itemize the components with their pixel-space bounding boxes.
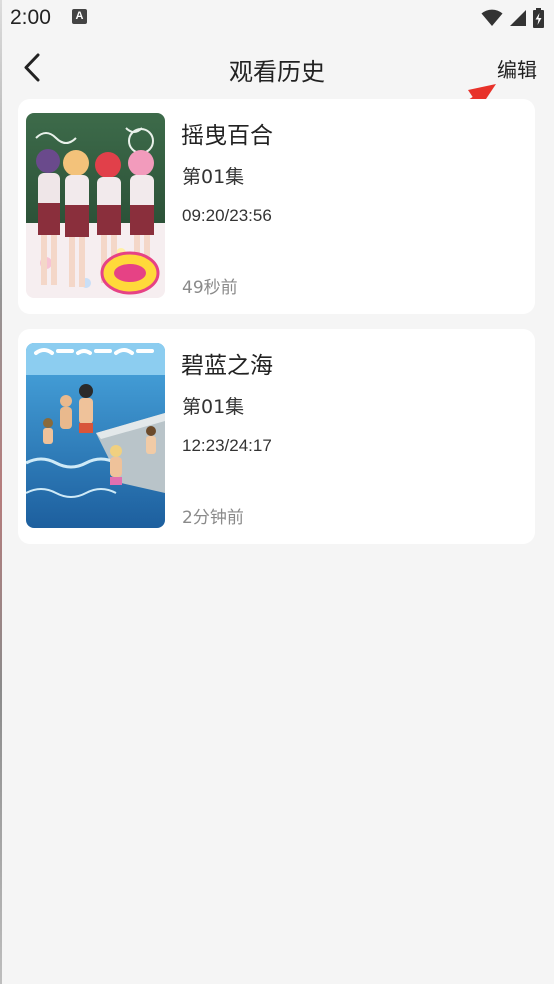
watched-time-ago: 2分钟前 [182,508,244,528]
signal-icon [510,10,526,26]
watch-progress: 12:23/24:17 [182,436,272,455]
status-bar: 2:00 A [0,0,554,38]
watched-time-ago: 49秒前 [182,278,238,298]
anime-title: 碧蓝之海 [181,353,273,379]
history-list: 摇曳百合 第01集 09:20/23:56 49秒前 碧蓝之海 第01集 12:… [18,99,535,559]
cover-yuruyuri [26,113,165,298]
wifi-icon [481,9,503,26]
episode-label: 第01集 [182,396,245,418]
episode-label: 第01集 [182,166,245,188]
history-item[interactable]: 摇曳百合 第01集 09:20/23:56 49秒前 [18,99,535,314]
cover-image[interactable] [26,343,165,528]
cover-image[interactable] [26,113,165,298]
anime-title: 摇曳百合 [181,123,273,149]
window-edge [0,0,2,984]
page-title: 观看历史 [229,58,325,86]
notification-icon: A [72,9,87,24]
history-item[interactable]: 碧蓝之海 第01集 12:23/24:17 2分钟前 [18,329,535,544]
status-time: 2:00 [10,6,51,29]
header: 观看历史 编辑 [0,40,554,96]
watch-progress: 09:20/23:56 [182,206,272,225]
edit-button[interactable]: 编辑 [497,54,537,83]
battery-charging-icon [533,8,544,28]
status-icons [481,6,544,30]
cover-grand-blue [26,343,165,528]
